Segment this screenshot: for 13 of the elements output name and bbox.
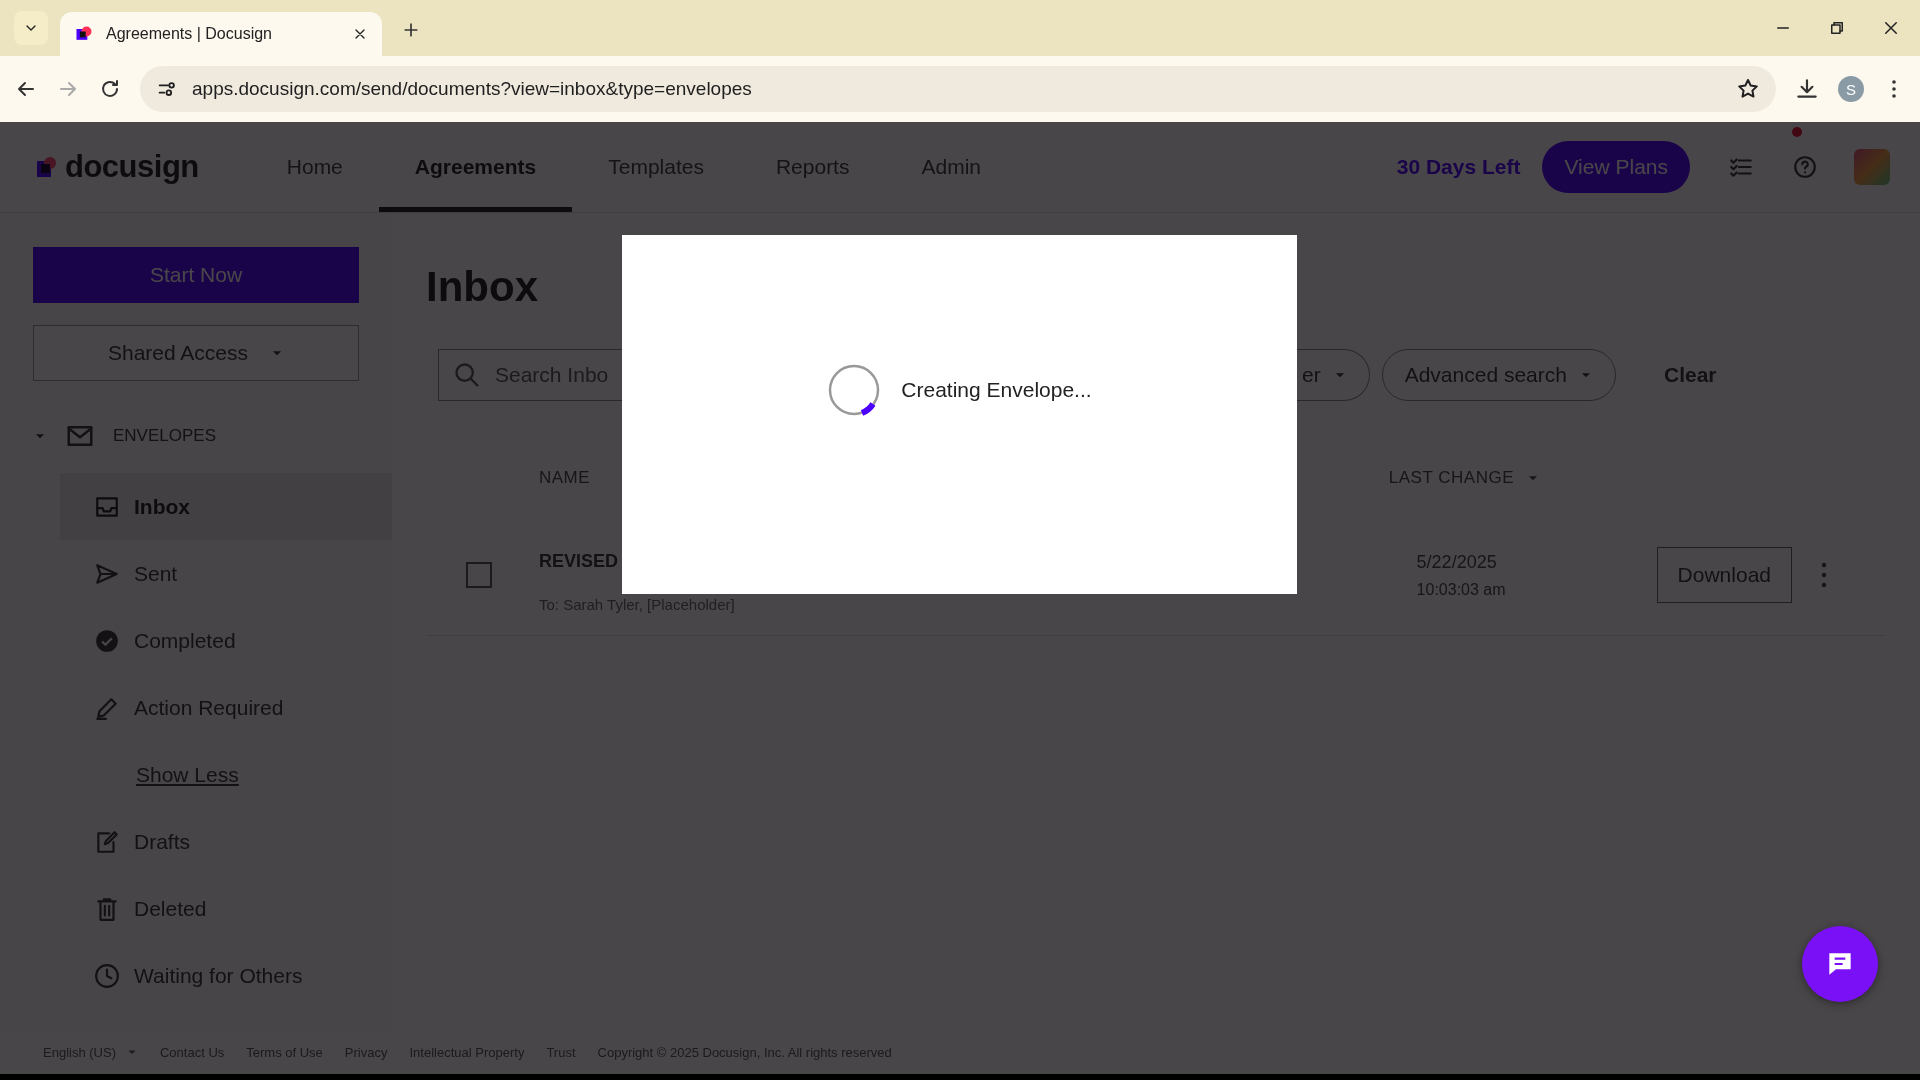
close-icon[interactable] (1882, 19, 1900, 37)
bookmark-star-icon[interactable] (1736, 77, 1760, 101)
logo-text: docusign (65, 149, 199, 185)
tab-title: Agreements | Docusign (106, 25, 273, 43)
trial-days-link[interactable]: 30 Days Left (1396, 155, 1521, 179)
browser-tab[interactable]: Agreements | Docusign (60, 12, 382, 56)
url-text: apps.docusign.com/send/documents?view=inbox&type=envelopes (192, 78, 753, 100)
address-bar[interactable]: apps.docusign.com/send/documents?view=inbox&type=envelopes (140, 66, 1776, 112)
loading-spinner-icon (827, 362, 882, 417)
page-title: Inbox (426, 262, 539, 312)
restore-icon[interactable] (1828, 19, 1846, 37)
loading-message: Creating Envelope... (901, 377, 1092, 402)
profile-avatar[interactable]: S (1838, 76, 1864, 102)
